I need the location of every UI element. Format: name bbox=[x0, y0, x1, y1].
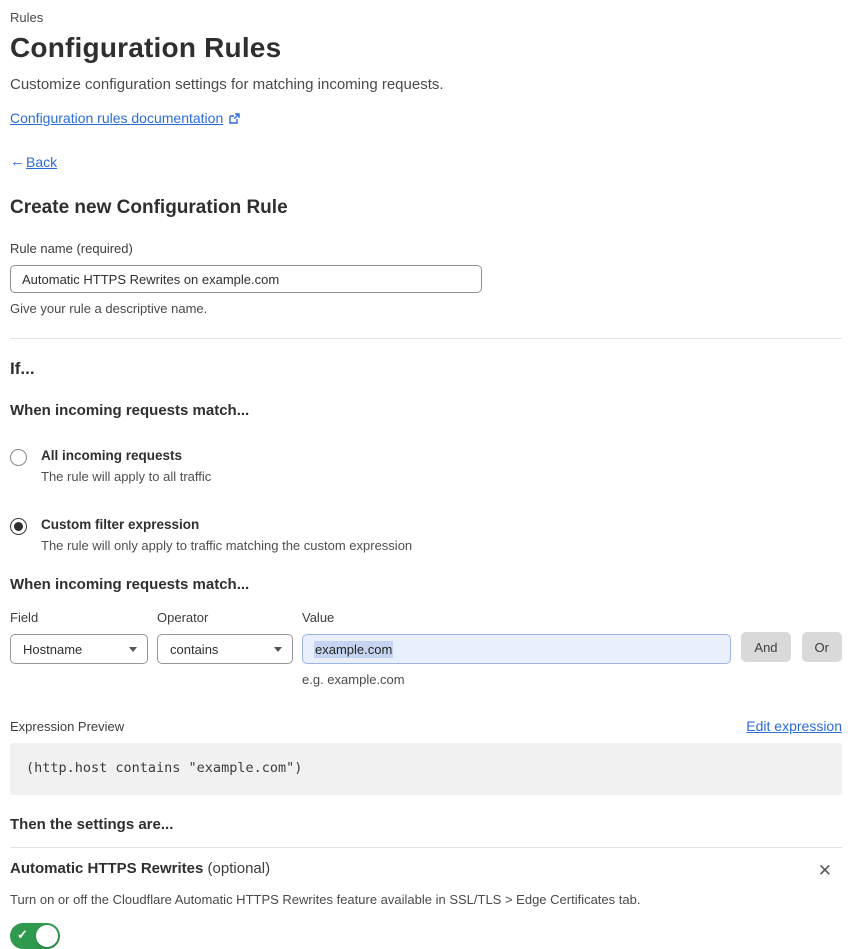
radio-option-description: The rule will apply to all traffic bbox=[41, 469, 212, 484]
radio-option-description: The rule will only apply to traffic matc… bbox=[41, 538, 413, 553]
and-button[interactable]: And bbox=[741, 632, 791, 662]
section-divider bbox=[10, 847, 842, 848]
toggle-knob bbox=[36, 925, 58, 947]
check-icon: ✓ bbox=[17, 927, 28, 942]
back-link-label[interactable]: Back bbox=[26, 154, 57, 170]
automatic-https-rewrites-toggle[interactable]: ✓ bbox=[10, 923, 60, 949]
setting-title: Automatic HTTPS Rewrites (optional) bbox=[10, 860, 270, 877]
expression-builder-heading: When incoming requests match... bbox=[10, 576, 250, 593]
rule-name-label: Rule name (required) bbox=[10, 241, 133, 256]
rule-name-helper: Give your rule a descriptive name. bbox=[10, 301, 208, 316]
expression-preview-code: (http.host contains "example.com") bbox=[10, 743, 842, 795]
setting-optional-tag: (optional) bbox=[207, 860, 271, 877]
value-label: Value bbox=[302, 610, 335, 625]
value-input[interactable]: example.com bbox=[302, 634, 732, 664]
rule-name-input[interactable] bbox=[10, 265, 482, 293]
operator-select[interactable]: contains bbox=[157, 634, 293, 664]
page-subtitle: Customize configuration settings for mat… bbox=[10, 76, 444, 93]
or-button[interactable]: Or bbox=[801, 632, 842, 662]
then-section-heading: Then the settings are... bbox=[10, 816, 174, 833]
setting-name: Automatic HTTPS Rewrites bbox=[10, 860, 204, 877]
chevron-down-icon bbox=[129, 646, 137, 652]
radio-option-custom-filter[interactable]: Custom filter expression The rule will o… bbox=[10, 517, 842, 553]
documentation-link[interactable]: Configuration rules documentation bbox=[10, 110, 223, 126]
match-heading: When incoming requests match... bbox=[10, 402, 250, 419]
page-title: Configuration Rules bbox=[10, 32, 282, 63]
field-select-value: Hostname bbox=[23, 641, 83, 657]
radio-button[interactable] bbox=[10, 449, 27, 466]
chevron-down-icon bbox=[274, 646, 282, 652]
close-icon[interactable]: ✕ bbox=[814, 860, 836, 881]
create-rule-title: Create new Configuration Rule bbox=[10, 197, 288, 218]
radio-option-label: All incoming requests bbox=[41, 448, 183, 463]
if-section-title: If... bbox=[10, 359, 35, 378]
expression-builder-row: Field Hostname Operator contains Value e… bbox=[10, 610, 842, 687]
section-divider bbox=[10, 338, 842, 339]
expression-preview-label: Expression Preview bbox=[10, 719, 125, 734]
operator-select-value: contains bbox=[170, 641, 219, 657]
operator-label: Operator bbox=[157, 610, 209, 625]
radio-option-label: Custom filter expression bbox=[41, 517, 200, 532]
external-link-icon bbox=[228, 112, 241, 125]
setting-description: Turn on or off the Cloudflare Automatic … bbox=[10, 892, 641, 907]
field-select[interactable]: Hostname bbox=[10, 634, 148, 664]
value-helper: e.g. example.com bbox=[302, 672, 405, 687]
back-arrow-icon: ← bbox=[10, 153, 25, 170]
breadcrumb[interactable]: Rules bbox=[10, 10, 842, 25]
field-label: Field bbox=[10, 610, 39, 625]
back-link[interactable]: ← Back bbox=[10, 153, 842, 170]
configuration-rules-page: Rules Configuration Rules Customize conf… bbox=[0, 0, 852, 949]
radio-option-all-requests[interactable]: All incoming requests The rule will appl… bbox=[10, 448, 842, 484]
edit-expression-link[interactable]: Edit expression bbox=[746, 718, 842, 734]
radio-button[interactable] bbox=[10, 518, 27, 535]
value-input-text: example.com bbox=[314, 640, 394, 658]
